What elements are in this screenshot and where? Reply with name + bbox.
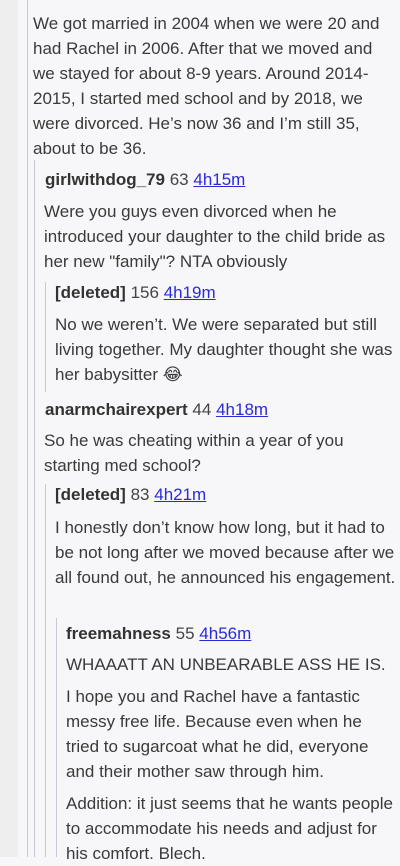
thread-line: [56, 618, 57, 857]
comment-header: anarmchairexpert 44 4h18m: [45, 399, 268, 421]
comment-thread: ~~~~~~~~~~ ~~ ~~~~~~ We got married in 2…: [0, 0, 400, 863]
comment-author[interactable]: [deleted]: [55, 283, 126, 302]
thread-line: [27, 0, 28, 857]
comment-text: I honestly don’t know how long, but it h…: [55, 518, 396, 587]
comment-header: freemahness 55 4h56m: [66, 623, 251, 645]
comment-text: No we weren’t. We were separated but sti…: [55, 315, 393, 384]
comment-header: girlwithdog_79 63 4h15m: [45, 169, 245, 191]
comment-permalink[interactable]: 4h18m: [216, 400, 268, 419]
cut-off-header: ~~~~~~~~~~ ~~ ~~~~~~: [30, 0, 218, 6]
comment-header: [deleted] 156 4h19m: [55, 282, 216, 304]
comment-body: I honestly don’t know how long, but it h…: [55, 515, 396, 590]
comment-permalink[interactable]: 4h56m: [199, 624, 251, 643]
comment-body: WHAAATT AN UNBEARABLE ASS HE IS. I hope …: [66, 652, 396, 866]
comment-author[interactable]: girlwithdog_79: [45, 170, 165, 189]
comment-score: 63: [169, 170, 189, 189]
comment-header: [deleted] 83 4h21m: [55, 484, 206, 506]
thread-line: [34, 160, 35, 857]
comment-paragraph: I hope you and Rachel have a fantastic m…: [66, 687, 369, 781]
comment-score: 83: [130, 485, 150, 504]
thread-line: [45, 484, 46, 857]
left-gutter: [0, 0, 18, 857]
thread-line: [45, 282, 46, 392]
comment-text: Were you guys even divorced when he intr…: [44, 202, 386, 271]
comment-body: Were you guys even divorced when he intr…: [44, 199, 396, 274]
comment-score: 55: [175, 624, 195, 643]
comment-author[interactable]: anarmchairexpert: [45, 400, 188, 419]
comment-permalink[interactable]: 4h21m: [154, 485, 206, 504]
comment-permalink[interactable]: 4h19m: [164, 283, 216, 302]
comment-body: No we weren’t. We were separated but sti…: [55, 312, 396, 387]
comment-paragraph: WHAAATT AN UNBEARABLE ASS HE IS.: [66, 655, 386, 674]
comment-score: 156: [130, 283, 159, 302]
comment-text: We got married in 2004 when we were 20 a…: [33, 14, 380, 158]
comment-author[interactable]: [deleted]: [55, 485, 126, 504]
parent-comment-body: We got married in 2004 when we were 20 a…: [33, 11, 396, 161]
comment-score: 44: [192, 400, 212, 419]
comment-permalink[interactable]: 4h15m: [193, 170, 245, 189]
comment-paragraph: Addition: it just seems that he wants pe…: [66, 794, 393, 863]
comment-text: So he was cheating within a year of you …: [44, 431, 344, 475]
comment-body: So he was cheating within a year of you …: [44, 428, 396, 478]
comment-author[interactable]: freemahness: [66, 624, 171, 643]
